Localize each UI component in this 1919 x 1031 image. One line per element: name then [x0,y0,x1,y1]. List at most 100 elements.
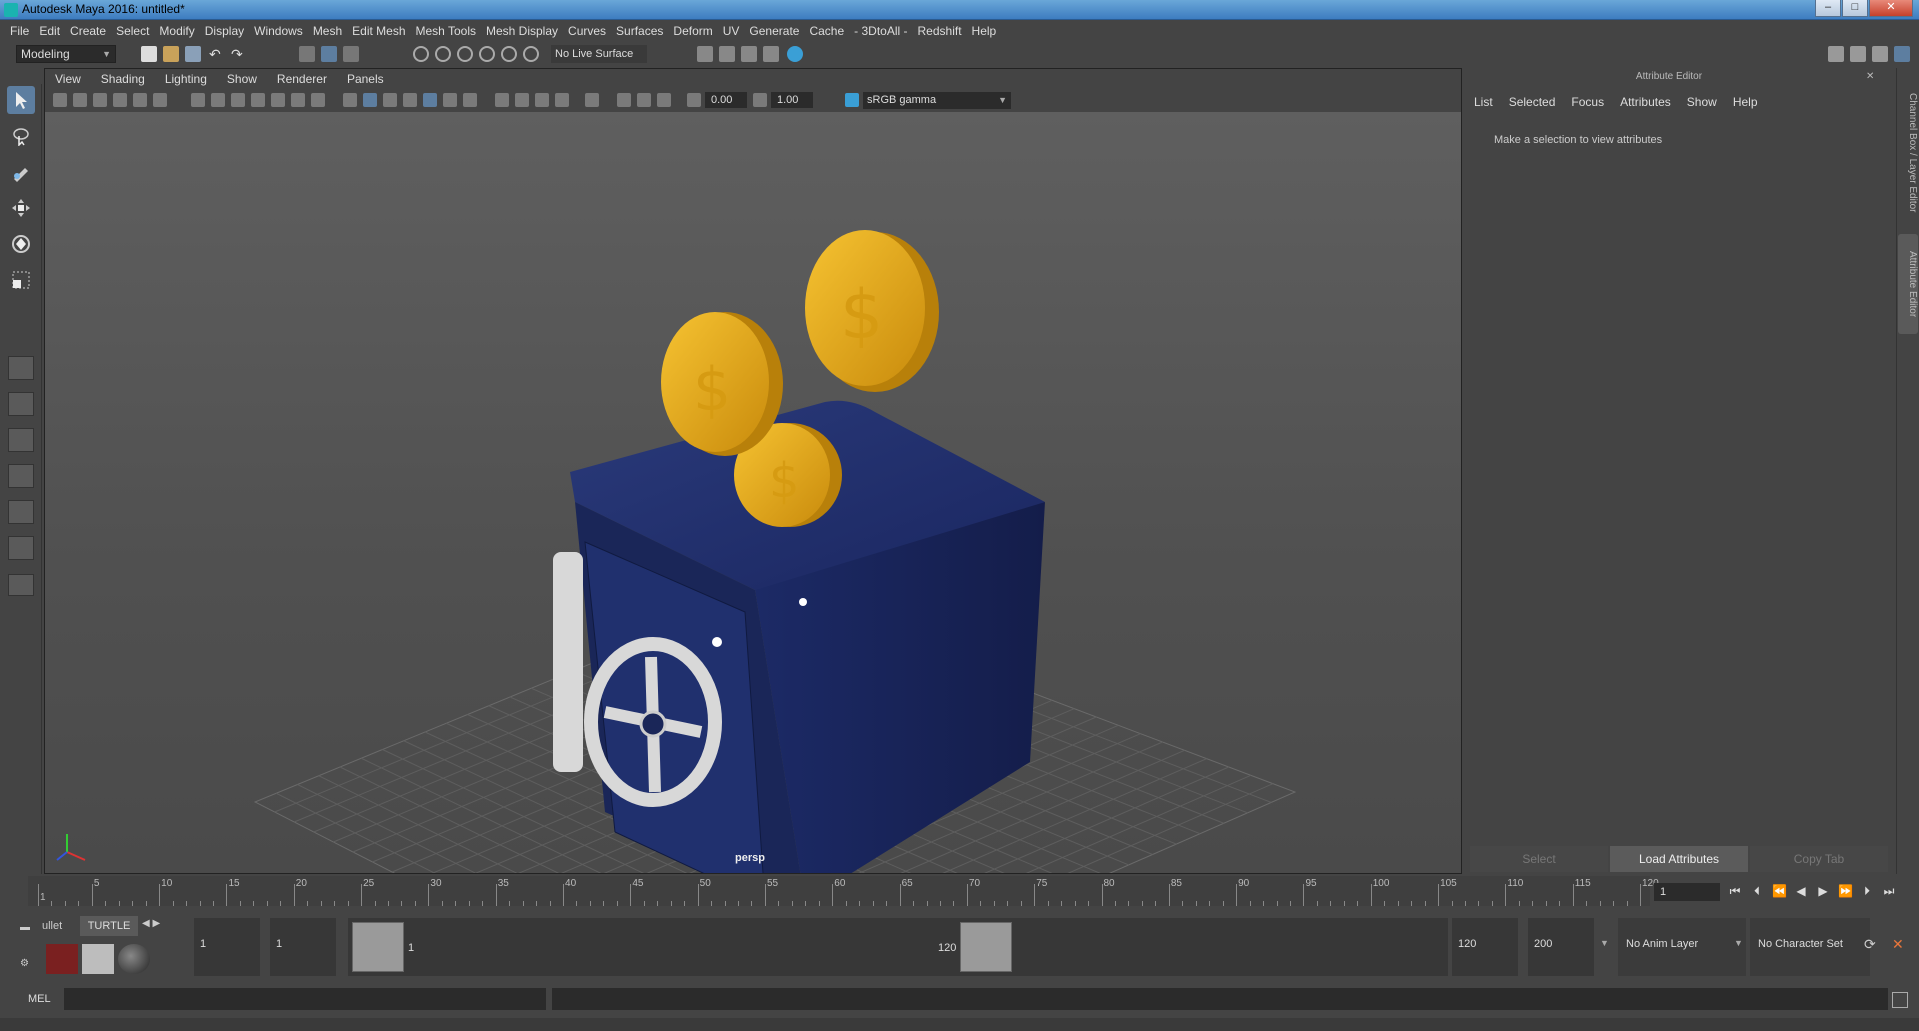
go-to-start-icon[interactable]: ⏮ [1728,884,1742,898]
camera-attributes-icon[interactable] [73,93,87,107]
current-frame-field[interactable]: 1 [1654,883,1720,901]
panel-menu-view[interactable]: View [55,72,81,86]
image-plane-icon[interactable] [113,93,127,107]
shelf-scroll-icon[interactable]: ◀ ▶ [142,918,160,929]
menu-mesh[interactable]: Mesh [311,24,350,38]
color-management-icon[interactable] [845,93,859,107]
modeling-toolkit-icon[interactable] [1828,46,1844,62]
snap-to-view-plane-icon[interactable] [479,46,495,62]
lasso-tool-icon[interactable] [7,122,35,150]
camera-select-icon[interactable] [53,93,67,107]
menu-mesh-tools[interactable]: Mesh Tools [414,24,484,38]
hypershade-icon[interactable] [787,46,803,62]
panel-menu-renderer[interactable]: Renderer [277,72,327,86]
range-start-handle[interactable] [352,922,404,972]
menu-file[interactable]: File [8,24,37,38]
menu-edit-mesh[interactable]: Edit Mesh [350,24,413,38]
character-set-dropdown[interactable]: No Character Set [1750,918,1870,976]
single-perspective-layout-icon[interactable] [8,356,34,380]
safe-title-icon[interactable] [311,93,325,107]
menu-display[interactable]: Display [203,24,252,38]
xray-active-components-icon[interactable] [637,93,651,107]
script-editor-icon[interactable] [1892,992,1908,1008]
time-ruler[interactable]: 1 5 10 15 20 25 30 35 40 45 50 55 60 65 70 75 80 85 90 95 10… [28,876,1659,906]
ae-menu-focus[interactable]: Focus [1571,95,1604,109]
load-attributes-button[interactable]: Load Attributes [1610,846,1748,872]
gate-mask-icon[interactable] [251,93,265,107]
auto-key-icon[interactable]: ⟳ [1864,936,1876,953]
grease-pencil-icon[interactable] [153,93,167,107]
command-input[interactable] [64,988,546,1010]
menu-create[interactable]: Create [68,24,114,38]
select-tool-icon[interactable] [7,86,35,114]
end-time-field[interactable]: 200 [1528,918,1594,976]
menu-generate[interactable]: Generate [747,24,807,38]
shelf-dynamics-icon[interactable] [46,944,78,974]
menu-deform[interactable]: Deform [671,24,720,38]
grid-icon[interactable] [191,93,205,107]
copy-tab-button[interactable]: Copy Tab [1750,846,1888,872]
ae-menu-show[interactable]: Show [1687,95,1717,109]
move-tool-icon[interactable] [7,194,35,222]
render-current-frame-icon[interactable] [741,46,757,62]
gamma-field[interactable]: 1.00 [771,92,813,108]
menu-edit[interactable]: Edit [37,24,68,38]
menu-redshift[interactable]: Redshift [916,24,970,38]
exposure-icon[interactable] [687,93,701,107]
live-surface-field[interactable]: No Live Surface [551,45,647,63]
new-scene-icon[interactable] [141,46,157,62]
wireframe-icon[interactable] [343,93,357,107]
mode-selector[interactable]: Modeling ▼ [16,45,116,63]
menu-help[interactable]: Help [970,24,1005,38]
snap-to-curve-icon[interactable] [435,46,451,62]
tab-channel-box[interactable]: Channel Box / Layer Editor [1898,78,1918,228]
panel-menu-shading[interactable]: Shading [101,72,145,86]
persp-outliner-layout-icon[interactable] [8,428,34,452]
make-live-icon[interactable] [523,46,539,62]
textured-icon[interactable] [423,93,437,107]
play-forwards-icon[interactable]: ▶ [1816,884,1830,898]
select-by-hierarchy-icon[interactable] [299,46,315,62]
shelf-render-icon[interactable] [82,944,114,974]
shadows-icon[interactable] [463,93,477,107]
minimize-button[interactable]: – [1815,0,1841,17]
shelf-settings-icon[interactable]: ⚙ [20,958,34,972]
save-scene-icon[interactable] [185,46,201,62]
safe-action-icon[interactable] [291,93,305,107]
ae-menu-attributes[interactable]: Attributes [1620,95,1671,109]
shelf-menu-icon[interactable]: ▬ [20,922,34,936]
snap-to-grid-icon[interactable] [413,46,429,62]
open-scene-icon[interactable] [163,46,179,62]
maximize-button[interactable]: □ [1842,0,1868,17]
bookmark-icon[interactable] [93,93,107,107]
step-forward-key-icon[interactable]: ⏵ [1860,884,1874,898]
undo-icon[interactable]: ↶ [209,46,225,62]
four-view-layout-icon[interactable] [8,392,34,416]
chevron-down-icon[interactable]: ▼ [1734,938,1743,948]
wireframe-on-shaded-icon[interactable] [403,93,417,107]
ae-menu-selected[interactable]: Selected [1509,95,1556,109]
close-button[interactable]: ✕ [1869,0,1913,17]
perspective-viewport[interactable]: $ $ $ persp [45,112,1461,873]
gamma-icon[interactable] [753,93,767,107]
chevron-down-icon[interactable]: ▼ [1600,938,1609,948]
menu-modify[interactable]: Modify [157,24,202,38]
persp-hypershade-layout-icon[interactable] [8,500,34,524]
menu-curves[interactable]: Curves [566,24,614,38]
redo-icon[interactable]: ↷ [231,46,247,62]
attribute-editor-toggle-icon[interactable] [1850,46,1866,62]
ipr-render-icon[interactable] [763,46,779,62]
render-settings-icon[interactable] [697,46,713,62]
start-time-field[interactable]: 1 [194,918,260,976]
persp-graph-layout-icon[interactable] [8,464,34,488]
animation-prefs-icon[interactable]: ✕ [1892,936,1904,953]
xray-joints-icon[interactable] [657,93,671,107]
snap-to-surface-icon[interactable] [501,46,517,62]
play-backwards-icon[interactable]: ◀ [1794,884,1808,898]
isolate-select-icon[interactable] [585,93,599,107]
layout-options-icon[interactable] [8,574,34,596]
script-language-toggle[interactable]: MEL [28,993,51,1005]
shelf-sphere-icon[interactable] [118,944,150,974]
smooth-shade-icon[interactable] [363,93,377,107]
shelf-tab-turtle[interactable]: TURTLE [80,916,138,936]
